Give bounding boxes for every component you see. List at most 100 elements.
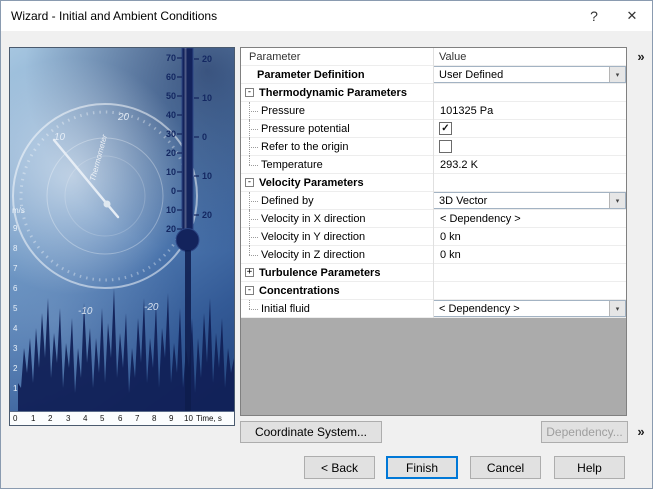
tree-connector <box>246 120 261 138</box>
expand-panel-bottom-button[interactable]: » <box>631 423 651 441</box>
column-header-value: Value <box>439 51 466 63</box>
row-group-velocity-parameters[interactable]: - Velocity Parameters <box>241 174 626 192</box>
row-group-concentrations[interactable]: - Concentrations <box>241 282 626 300</box>
row-value[interactable]: 0 kn <box>434 228 461 245</box>
y-axis-unit-label: m/s <box>12 206 25 215</box>
thermo-scale-label: 0 <box>154 186 176 196</box>
thermo-scale-label: 40 <box>154 110 176 120</box>
x-tick-label: 4 <box>83 414 87 423</box>
collapse-icon[interactable]: - <box>245 286 254 295</box>
tree-connector <box>246 102 261 120</box>
row-velocity-y[interactable]: Velocity in Y direction 0 kn <box>241 228 626 246</box>
initial-fluid-combobox[interactable]: < Dependency > ▾ <box>433 300 626 317</box>
tree-connector <box>246 156 261 174</box>
y-tick-label: 6 <box>13 284 17 293</box>
thermo-scale-label: 10 <box>202 93 224 103</box>
row-velocity-x[interactable]: Velocity in X direction < Dependency > <box>241 210 626 228</box>
x-tick-label: 7 <box>135 414 139 423</box>
cancel-button[interactable]: Cancel <box>470 456 541 479</box>
y-tick-label: 9 <box>13 224 17 233</box>
row-label: Refer to the origin <box>261 141 348 153</box>
property-grid: Parameter Value Parameter Definition Use… <box>240 47 627 416</box>
gauge-label: 20 <box>118 112 129 123</box>
gauge-label: -10 <box>78 306 92 317</box>
title-bar: Wizard - Initial and Ambient Conditions <box>1 1 652 31</box>
combobox-value: < Dependency > <box>434 301 609 316</box>
x-axis-strip: 0 1 2 3 4 5 6 7 8 9 10 Time, s <box>10 411 234 425</box>
chevron-down-icon: ▾ <box>616 197 620 205</box>
check-icon: ✓ <box>441 123 449 134</box>
dropdown-button[interactable]: ▾ <box>609 301 625 316</box>
row-group-thermodynamic-parameters[interactable]: - Thermodynamic Parameters <box>241 84 626 102</box>
thermo-scale-label: 20 <box>154 148 176 158</box>
collapse-icon[interactable]: - <box>245 178 254 187</box>
help-button[interactable]: Help <box>554 456 625 479</box>
group-label: Concentrations <box>259 285 340 297</box>
row-temperature[interactable]: Temperature 293.2 K <box>241 156 626 174</box>
tree-connector <box>246 246 261 264</box>
dependency-button: Dependency... <box>541 421 628 443</box>
row-defined-by[interactable]: Defined by 3D Vector ▾ <box>241 192 626 210</box>
row-pressure-potential[interactable]: Pressure potential ✓ <box>241 120 626 138</box>
x-tick-label: 2 <box>48 414 52 423</box>
y-tick-label: 2 <box>13 364 17 373</box>
row-label: Initial fluid <box>261 303 310 315</box>
x-tick-label: 3 <box>66 414 70 423</box>
tree-connector <box>246 192 261 210</box>
row-label: Parameter Definition <box>257 69 365 81</box>
collapse-icon[interactable]: - <box>245 88 254 97</box>
titlebar-help-button[interactable]: ? <box>578 1 610 31</box>
x-tick-label: 5 <box>100 414 104 423</box>
close-button[interactable]: ✕ <box>616 1 648 31</box>
x-tick-label: 1 <box>31 414 35 423</box>
row-value[interactable]: 0 kn <box>434 246 461 263</box>
y-tick-label: 8 <box>13 244 17 253</box>
thermo-scale-label: 0 <box>202 132 224 142</box>
group-label: Velocity Parameters <box>259 177 364 189</box>
thermometer-photo-graphic <box>10 48 234 425</box>
x-tick-label: 0 <box>13 414 17 423</box>
property-grid-rows: Parameter Value Parameter Definition Use… <box>241 48 626 318</box>
expand-icon[interactable]: + <box>245 268 254 277</box>
x-tick-label: 6 <box>118 414 122 423</box>
row-label: Velocity in X direction <box>261 213 366 225</box>
group-label: Turbulence Parameters <box>259 267 380 279</box>
thermo-scale-label: 60 <box>154 72 176 82</box>
x-tick-label: 8 <box>152 414 156 423</box>
row-parameter-definition[interactable]: Parameter Definition User Defined ▾ <box>241 66 626 84</box>
chevrons-right-icon: » <box>637 49 644 64</box>
x-tick-label: 10 <box>184 414 193 423</box>
gauge-label: -20 <box>144 302 158 313</box>
thermo-scale-label: 10 <box>154 167 176 177</box>
row-velocity-z[interactable]: Velocity in Z direction 0 kn <box>241 246 626 264</box>
row-label: Velocity in Y direction <box>261 231 365 243</box>
combobox-value: 3D Vector <box>434 193 609 208</box>
coordinate-system-button[interactable]: Coordinate System... <box>240 421 382 443</box>
row-value[interactable]: < Dependency > <box>434 210 521 227</box>
row-value[interactable]: 101325 Pa <box>434 102 493 119</box>
thermo-scale-label: 20 <box>154 224 176 234</box>
row-label: Pressure potential <box>261 123 350 135</box>
y-tick-label: 3 <box>13 344 17 353</box>
row-label: Defined by <box>261 195 314 207</box>
expand-panel-top-button[interactable]: » <box>631 48 651 66</box>
row-initial-fluid[interactable]: Initial fluid < Dependency > ▾ <box>241 300 626 318</box>
thermo-scale-label: 10 <box>202 171 224 181</box>
refer-to-origin-checkbox[interactable] <box>439 140 452 153</box>
close-icon: ✕ <box>627 8 638 24</box>
dropdown-button[interactable]: ▾ <box>609 67 625 82</box>
row-label: Pressure <box>261 105 305 117</box>
dropdown-button[interactable]: ▾ <box>609 193 625 208</box>
row-value[interactable]: 293.2 K <box>434 156 478 173</box>
row-refer-to-the-origin[interactable]: Refer to the origin <box>241 138 626 156</box>
back-button[interactable]: < Back <box>304 456 375 479</box>
pressure-potential-checkbox[interactable]: ✓ <box>439 122 452 135</box>
defined-by-combobox[interactable]: 3D Vector ▾ <box>433 192 626 209</box>
row-pressure[interactable]: Pressure 101325 Pa <box>241 102 626 120</box>
row-group-turbulence-parameters[interactable]: + Turbulence Parameters <box>241 264 626 282</box>
finish-button[interactable]: Finish <box>386 456 458 479</box>
y-tick-label: 1 <box>13 384 17 393</box>
parameter-definition-combobox[interactable]: User Defined ▾ <box>433 66 626 83</box>
window-title: Wizard - Initial and Ambient Conditions <box>11 9 217 23</box>
preview-image-panel: 70 60 50 40 30 20 10 0 10 20 20 10 0 10 … <box>9 47 235 426</box>
